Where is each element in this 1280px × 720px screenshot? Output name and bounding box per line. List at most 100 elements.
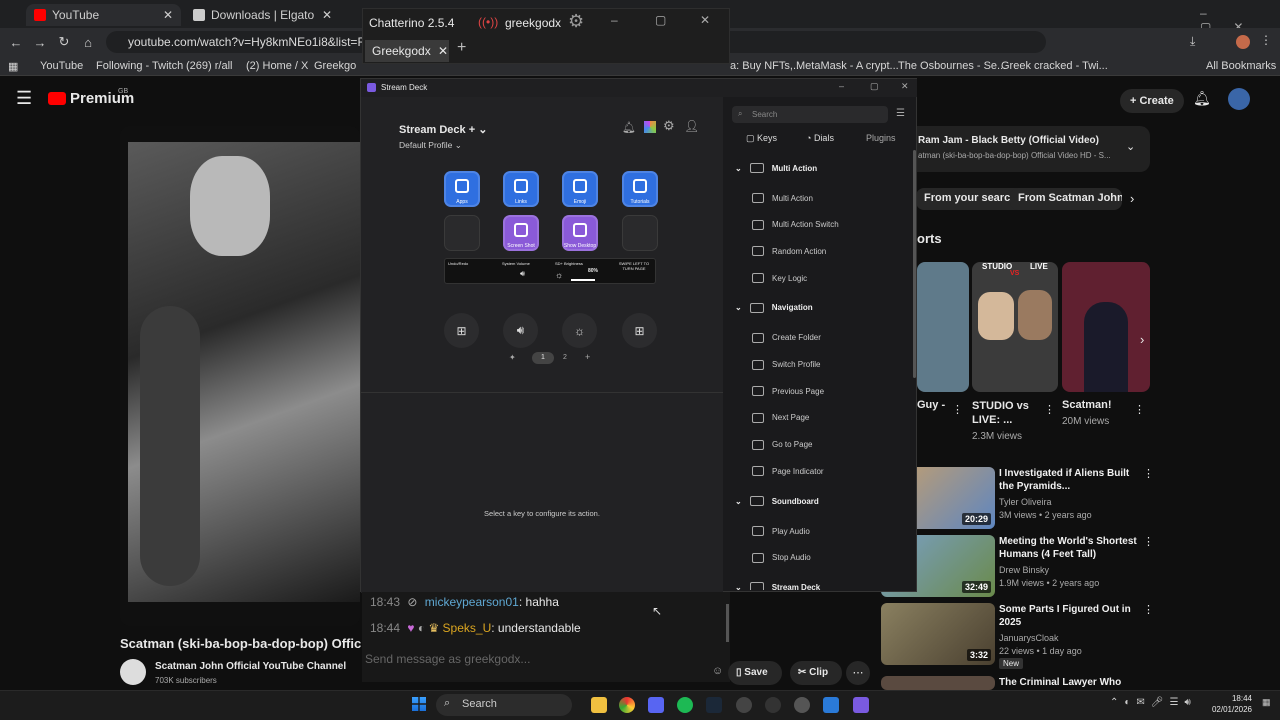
- action-icon: [752, 273, 764, 284]
- video-item-channel: JanuarysCloak: [999, 633, 1059, 643]
- chat-timestamp: 18:43: [370, 595, 401, 609]
- taskbar-search[interactable]: ⌕ Search: [436, 694, 572, 716]
- action-item-label: Previous Page: [772, 386, 825, 396]
- action-icon: [752, 359, 764, 370]
- action-item-label: Multi Action: [772, 193, 813, 203]
- video-duration: 3:32: [966, 649, 991, 661]
- emoji-icon[interactable]: ☺: [712, 665, 723, 677]
- action-group[interactable]: ⌄ Multi Action: [735, 163, 817, 173]
- channel-name[interactable]: Scatman John Official YouTube Channel: [155, 661, 346, 672]
- clock-time[interactable]: 18:44: [1206, 694, 1252, 703]
- more-actions-button[interactable]: ⋯: [846, 661, 870, 685]
- action-icon: [752, 412, 764, 423]
- save-button[interactable]: ▯ Save: [728, 661, 782, 685]
- video-title: Scatman (ski-ba-bop-ba-dop-bop) Offici: [120, 636, 365, 651]
- scissors-icon: ✂: [798, 667, 810, 678]
- action-item[interactable]: Play Audio: [752, 526, 810, 536]
- action-icon: [752, 332, 764, 343]
- action-icon: [752, 193, 764, 203]
- action-item-label: Random Action: [772, 246, 827, 256]
- action-group[interactable]: ⌄ Soundboard: [735, 496, 819, 506]
- chat-input[interactable]: Send message as greekgodx...: [362, 648, 704, 670]
- steam-icon[interactable]: [706, 697, 722, 713]
- action-group[interactable]: ⌄ Navigation: [735, 302, 813, 313]
- heart-badge-icon: ♥: [407, 621, 415, 635]
- action-item-label: Stop Audio: [772, 553, 811, 563]
- action-item-label: Go to Page: [772, 440, 813, 450]
- cursor-icon: ↖: [652, 604, 663, 618]
- action-icon: [752, 386, 764, 397]
- crown-badge-icon: ♛: [428, 621, 440, 635]
- action-item[interactable]: Go to Page: [752, 439, 813, 450]
- action-item-label: Switch Profile: [772, 360, 821, 369]
- chat-panel: 18:43 ⊘ mickeypearson01: hahha 18:44 ♥ ◐…: [362, 592, 730, 682]
- taskbar-search-label: Search: [462, 698, 497, 710]
- video-item-title: Some Parts I Figured Out in 2025: [999, 604, 1131, 628]
- taskbar: [0, 690, 1280, 720]
- chrome-icon[interactable]: [619, 697, 635, 713]
- chat-message: 18:44 ♥ ◐ ♛ Speks_U: understandable: [370, 621, 581, 635]
- chat-text: understandable: [497, 621, 581, 635]
- action-group[interactable]: ⌄ Stream Deck: [735, 582, 820, 590]
- stream-deck-taskbar-icon[interactable]: [853, 697, 869, 713]
- action-item[interactable]: Multi Action: [752, 193, 813, 203]
- action-item-label: Key Logic: [772, 273, 808, 283]
- action-icon: [752, 552, 764, 563]
- settings-icon[interactable]: [794, 697, 810, 713]
- video-item-meta: 22 views • 1 day ago: [999, 646, 1082, 656]
- chevron-down-icon: ⌄: [735, 496, 742, 506]
- badge-icon: ◐: [417, 621, 426, 635]
- app-icon[interactable]: [823, 697, 839, 713]
- chat-username[interactable]: mickeypearson01: [425, 595, 519, 609]
- clock-date[interactable]: 02/01/2026: [1206, 705, 1252, 714]
- group-icon: [749, 302, 764, 313]
- action-item[interactable]: Next Page: [752, 412, 810, 423]
- action-item-label: Multi Action Switch: [772, 220, 839, 230]
- spotify-icon[interactable]: [677, 697, 693, 713]
- badge-icon: ⊘: [407, 595, 418, 609]
- clip-button[interactable]: ✂ Clip: [790, 661, 842, 685]
- chevron-down-icon: ⌄: [735, 582, 742, 590]
- action-item[interactable]: Switch Profile: [752, 359, 821, 370]
- action-icon: [752, 246, 764, 257]
- action-group-label: Multi Action: [771, 163, 818, 173]
- subscriber-count: 703K subscribers: [155, 676, 217, 685]
- scrollbar[interactable]: [726, 604, 729, 642]
- video-thumbnail: [881, 676, 995, 690]
- group-icon: [749, 582, 764, 590]
- action-item-label: Page Indicator: [772, 466, 824, 476]
- action-list: ⌄ Multi Action Multi Action Multi Action Sw…: [0, 0, 1280, 590]
- action-item[interactable]: Multi Action Switch: [752, 219, 839, 230]
- search-icon: ⌕: [444, 697, 451, 709]
- action-item[interactable]: Page Indicator: [752, 466, 824, 477]
- video-thumbnail: 3:32: [881, 603, 995, 665]
- chat-text: hahha: [525, 595, 559, 609]
- group-icon: [749, 163, 764, 173]
- chatterino-icon[interactable]: [765, 697, 781, 713]
- app-icon[interactable]: [736, 697, 752, 713]
- chat-username[interactable]: Speks_U: [443, 621, 492, 635]
- action-group-label: Navigation: [771, 303, 813, 313]
- action-item[interactable]: Create Folder: [752, 332, 821, 343]
- action-group-label: Stream Deck: [771, 582, 821, 590]
- file-explorer-icon[interactable]: [591, 697, 607, 713]
- action-item-label: Next Page: [772, 413, 810, 423]
- list-item[interactable]: The Criminal Lawyer Who Frees: [881, 676, 1151, 701]
- action-item[interactable]: Stop Audio: [752, 552, 811, 563]
- action-item-label: Play Audio: [772, 526, 810, 536]
- more-icon[interactable]: ⋮: [1143, 603, 1154, 616]
- action-icon: [752, 439, 764, 450]
- new-badge: New: [999, 658, 1024, 669]
- notification-icon[interactable]: ▦: [1262, 697, 1271, 708]
- action-item[interactable]: Key Logic: [752, 273, 808, 284]
- discord-icon[interactable]: [648, 697, 664, 713]
- chat-timestamp: 18:44: [370, 621, 401, 635]
- chevron-down-icon: ⌄: [735, 303, 742, 313]
- list-item[interactable]: 3:32 Some Parts I Figured Out in 2025 Ja…: [881, 603, 1154, 669]
- tray-icons[interactable]: ⌃◐✉🎤︎☰🔊︎: [1110, 697, 1197, 708]
- scrollbar[interactable]: [913, 150, 916, 378]
- action-item[interactable]: Random Action: [752, 246, 827, 257]
- channel-avatar[interactable]: [120, 659, 146, 685]
- action-item[interactable]: Previous Page: [752, 386, 825, 397]
- action-item-label: Create Folder: [772, 333, 821, 343]
